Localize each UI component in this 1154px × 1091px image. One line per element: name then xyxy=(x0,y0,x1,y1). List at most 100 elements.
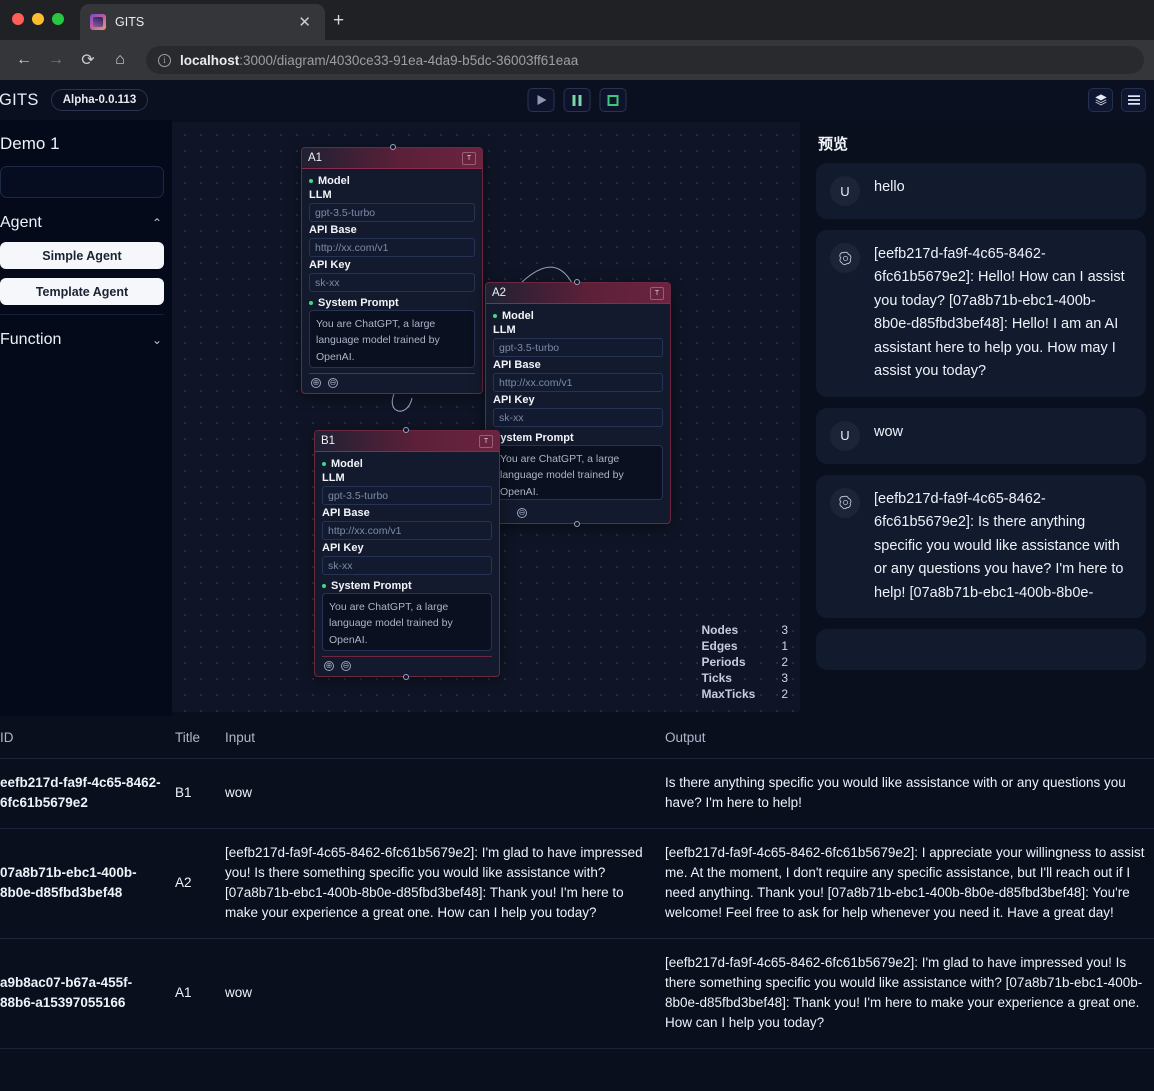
chevron-up-icon[interactable]: ⌃ xyxy=(152,216,162,230)
close-window-button[interactable] xyxy=(12,13,24,25)
status-dot-icon xyxy=(322,462,326,466)
table-row[interactable]: eefb217d-fa9f-4c65-8462-6fc61b5679e2 B1 … xyxy=(0,758,1154,829)
sidebar-section-function[interactable]: Function ⌄ xyxy=(0,315,164,359)
sidebar-section-agent[interactable]: Agent ⌃ xyxy=(0,198,164,242)
node-b1-handle-bottom[interactable] xyxy=(403,674,409,680)
menu-button[interactable] xyxy=(1121,88,1146,112)
layers-button[interactable] xyxy=(1088,88,1113,112)
minimize-window-button[interactable] xyxy=(32,13,44,25)
diagram-canvas[interactable]: A1 T Model LLM gpt-3.5-turbo API Base ht… xyxy=(172,122,800,712)
node-a2-remove-button[interactable]: ⊖ xyxy=(517,508,527,518)
node-b1-remove-button[interactable]: ⊖ xyxy=(341,661,351,671)
status-dot-icon xyxy=(309,301,313,305)
node-b1[interactable]: B1 T Model LLM gpt-3.5-turbo API Base ht… xyxy=(314,427,500,680)
node-a2-apibase-input[interactable]: http://xx.com/v1 xyxy=(493,373,663,392)
stop-button[interactable] xyxy=(599,88,627,112)
node-b1-handle-top[interactable] xyxy=(403,427,409,433)
node-a1-apikey-input[interactable]: sk-xx xyxy=(309,273,475,292)
node-b1-prompt-textarea[interactable]: You are ChatGPT, a large language model … xyxy=(322,593,492,651)
chat-message-placeholder xyxy=(816,629,1146,671)
chevron-down-icon[interactable]: ⌄ xyxy=(152,333,162,347)
sidebar: Demo 1 Agent ⌃ Simple Agent Template Age… xyxy=(0,120,172,716)
node-a1-llm-input[interactable]: gpt-3.5-turbo xyxy=(309,203,475,222)
node-a2-footer: ⊖ xyxy=(493,504,663,519)
stat-value-ticks: 3 xyxy=(781,671,788,685)
column-header-output[interactable]: Output xyxy=(665,716,1154,759)
node-a2[interactable]: A2 T Model LLM gpt-3.5-turbo API Base ht… xyxy=(485,279,671,527)
reload-icon[interactable]: ⟳ xyxy=(74,46,102,74)
node-a1[interactable]: A1 T Model LLM gpt-3.5-turbo API Base ht… xyxy=(301,144,483,394)
sidebar-item-template-agent[interactable]: Template Agent xyxy=(0,278,164,305)
node-a1-apibase-input[interactable]: http://xx.com/v1 xyxy=(309,238,475,257)
node-b1-llm-input[interactable]: gpt-3.5-turbo xyxy=(322,486,492,505)
node-b1-footer: ⊕ ⊖ xyxy=(322,656,492,672)
cell-title: A1 xyxy=(175,938,225,1049)
node-a1-prompt-textarea[interactable]: You are ChatGPT, a large language model … xyxy=(309,310,475,368)
site-info-icon[interactable]: i xyxy=(158,53,171,67)
openai-logo-icon xyxy=(838,496,851,510)
node-a2-prompt-textarea[interactable]: You are ChatGPT, a large language model … xyxy=(493,445,663,500)
table-header-row: ID Title Input Output xyxy=(0,716,1154,759)
chat-message-user: U wow xyxy=(816,407,1146,464)
address-bar[interactable]: i localhost:3000/diagram/4030ce33-91ea-4… xyxy=(146,46,1144,74)
stat-label-maxticks: MaxTicks xyxy=(701,687,756,701)
node-a2-header[interactable]: A2 T xyxy=(486,283,670,304)
node-a2-title: A2 xyxy=(492,287,507,299)
node-a2-apikey-label: API Key xyxy=(493,394,535,406)
layers-icon xyxy=(1094,94,1107,106)
cell-id: eefb217d-fa9f-4c65-8462-6fc61b5679e2 xyxy=(0,758,175,829)
node-b1-add-button[interactable]: ⊕ xyxy=(324,661,334,671)
stat-row: Ticks 3 xyxy=(702,670,789,686)
home-icon[interactable]: ⌂ xyxy=(106,46,134,74)
cell-input: [eefb217d-fa9f-4c65-8462-6fc61b5679e2]: … xyxy=(225,828,665,939)
table-row[interactable]: a9b8ac07-b67a-455f-88b6-a15397055166 A1 … xyxy=(0,938,1154,1049)
node-b1-prompt-group: System Prompt xyxy=(322,580,492,592)
node-b1-model-label: Model xyxy=(331,458,363,470)
node-a1-prompt-label: System Prompt xyxy=(318,297,399,309)
table-row[interactable]: 07a8b71b-ebc1-400b-8b0e-d85fbd3bef48 A2 … xyxy=(0,828,1154,939)
close-icon[interactable]: ✕ xyxy=(294,13,315,32)
sidebar-item-simple-agent[interactable]: Simple Agent xyxy=(0,242,164,269)
menu-icon xyxy=(1127,95,1140,105)
stat-row: MaxTicks 2 xyxy=(702,686,789,702)
node-b1-body: Model LLM gpt-3.5-turbo API Base http://… xyxy=(315,452,499,676)
forward-icon[interactable]: → xyxy=(42,46,70,74)
node-a1-header[interactable]: A1 T xyxy=(302,148,482,169)
node-a1-add-button[interactable]: ⊕ xyxy=(311,378,321,388)
browser-tab[interactable]: GITS ✕ xyxy=(80,4,325,40)
chat-message-assistant: [eefb217d-fa9f-4c65-8462-6fc61b5679e2]: … xyxy=(816,230,1146,397)
column-header-input[interactable]: Input xyxy=(225,716,665,759)
search-input[interactable] xyxy=(9,175,164,189)
column-header-title[interactable]: Title xyxy=(175,716,225,759)
back-icon[interactable]: ← xyxy=(10,46,38,74)
column-header-id[interactable]: ID xyxy=(0,716,175,759)
node-a2-handle-top[interactable] xyxy=(574,279,580,285)
status-dot-icon xyxy=(322,584,326,588)
pause-button[interactable] xyxy=(563,88,591,112)
maximize-window-button[interactable] xyxy=(52,13,64,25)
node-b1-type-button[interactable]: T xyxy=(479,434,493,448)
node-a2-apikey-input[interactable]: sk-xx xyxy=(493,408,663,427)
node-a1-handle-top[interactable] xyxy=(390,144,396,150)
cell-input: wow xyxy=(225,758,665,829)
sidebar-section-agent-label: Agent xyxy=(0,214,42,231)
openai-logo-icon xyxy=(838,251,851,265)
avatar xyxy=(830,487,860,518)
node-b1-apikey-input[interactable]: sk-xx xyxy=(322,556,492,575)
play-button[interactable] xyxy=(527,88,555,112)
node-a2-handle-bottom[interactable] xyxy=(574,521,580,527)
node-a1-remove-button[interactable]: ⊖ xyxy=(328,378,338,388)
node-b1-apikey-label: API Key xyxy=(322,542,364,554)
node-a2-llm-input[interactable]: gpt-3.5-turbo xyxy=(493,338,663,357)
node-a2-type-button[interactable]: T xyxy=(650,286,664,300)
log-table-zone: ID Title Input Output eefb217d-fa9f-4c65… xyxy=(0,716,1154,1091)
node-b1-header[interactable]: B1 T xyxy=(315,431,499,452)
main-area: Demo 1 Agent ⌃ Simple Agent Template Age… xyxy=(0,120,1154,716)
search-box[interactable] xyxy=(0,166,164,198)
node-a1-type-button[interactable]: T xyxy=(462,151,476,165)
node-b1-apibase-input[interactable]: http://xx.com/v1 xyxy=(322,521,492,540)
cell-input: wow xyxy=(225,938,665,1049)
transport-controls xyxy=(527,88,627,112)
new-tab-button[interactable]: + xyxy=(333,11,344,30)
node-a2-prompt-group: System Prompt xyxy=(493,432,663,444)
